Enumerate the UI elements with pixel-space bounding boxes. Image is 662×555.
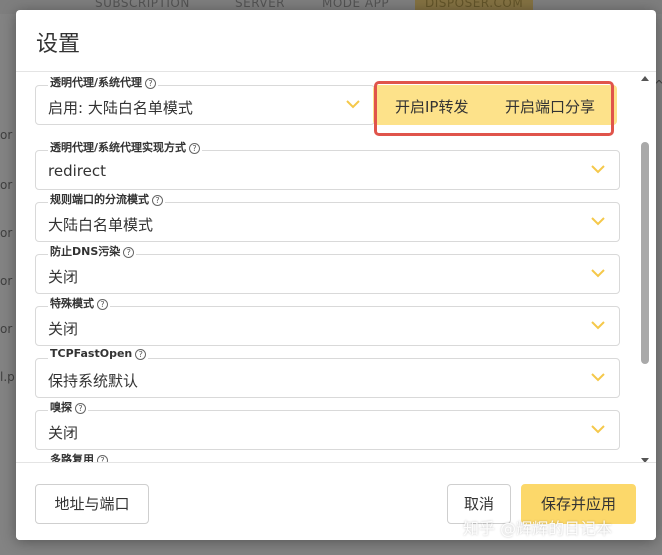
help-icon[interactable]: ?	[75, 403, 86, 414]
chevron-down-icon	[591, 425, 605, 434]
field-label: 特殊模式?	[48, 295, 110, 311]
tcp-fast-open-select[interactable]: TCPFastOpen? 保持系统默认	[35, 347, 620, 398]
settings-dialog: 设置 透明代理/系统代理? 启用: 大陆白名单模式 开启IP转发 开启端口分享 …	[16, 10, 656, 540]
field-label: 规则端口的分流模式?	[48, 191, 165, 207]
help-icon[interactable]: ?	[97, 455, 108, 462]
field-value: 关闭	[48, 320, 79, 338]
chevron-down-icon	[346, 100, 360, 109]
proxy-implementation-select[interactable]: 透明代理/系统代理实现方式? redirect	[35, 139, 620, 190]
dns-pollution-select[interactable]: 防止DNS污染? 关闭	[35, 243, 620, 294]
dialog-body[interactable]: 透明代理/系统代理? 启用: 大陆白名单模式 开启IP转发 开启端口分享 透明代…	[16, 72, 656, 462]
field-value: 启用: 大陆白名单模式	[48, 99, 193, 117]
help-icon[interactable]: ?	[152, 195, 163, 206]
field-label: 透明代理/系统代理实现方式?	[48, 139, 203, 155]
field-label: 透明代理/系统代理?	[48, 74, 159, 90]
scrollbar-thumb[interactable]	[641, 142, 649, 364]
field-label: 防止DNS污染?	[48, 243, 137, 259]
address-port-button[interactable]: 地址与端口	[35, 484, 149, 524]
chevron-down-icon	[591, 321, 605, 330]
help-icon[interactable]: ?	[123, 247, 135, 258]
field-label: 多路复用?	[48, 451, 110, 462]
help-icon[interactable]: ?	[97, 299, 108, 310]
dialog-title: 设置	[36, 32, 81, 57]
field-value: 关闭	[48, 424, 79, 442]
help-icon[interactable]: ?	[189, 143, 201, 154]
field-value: 关闭	[48, 268, 79, 286]
watermark: 知乎 @辉辉的日记本	[463, 519, 613, 538]
chevron-down-icon	[591, 165, 605, 174]
rule-port-mode-select[interactable]: 规则端口的分流模式? 大陆白名单模式	[35, 191, 620, 242]
sniffing-select[interactable]: 嗅探? 关闭	[35, 399, 620, 450]
field-label: TCPFastOpen?	[48, 347, 149, 360]
annotation-highlight-box	[374, 81, 614, 136]
dialog-scrollbar[interactable]	[640, 76, 650, 466]
field-label: 嗅探?	[48, 399, 88, 415]
scroll-up-arrow-icon[interactable]	[641, 76, 649, 81]
field-value: 保持系统默认	[48, 372, 139, 390]
chevron-down-icon	[591, 217, 605, 226]
help-icon[interactable]: ?	[135, 349, 147, 360]
field-value: redirect	[48, 162, 106, 180]
field-value: 大陆白名单模式	[48, 216, 154, 234]
dialog-header: 设置	[16, 10, 656, 72]
transparent-proxy-select[interactable]: 透明代理/系统代理? 启用: 大陆白名单模式	[35, 74, 375, 125]
chevron-down-icon	[591, 373, 605, 382]
help-icon[interactable]: ?	[145, 78, 157, 89]
chevron-down-icon	[591, 269, 605, 278]
special-mode-select[interactable]: 特殊模式? 关闭	[35, 295, 620, 346]
